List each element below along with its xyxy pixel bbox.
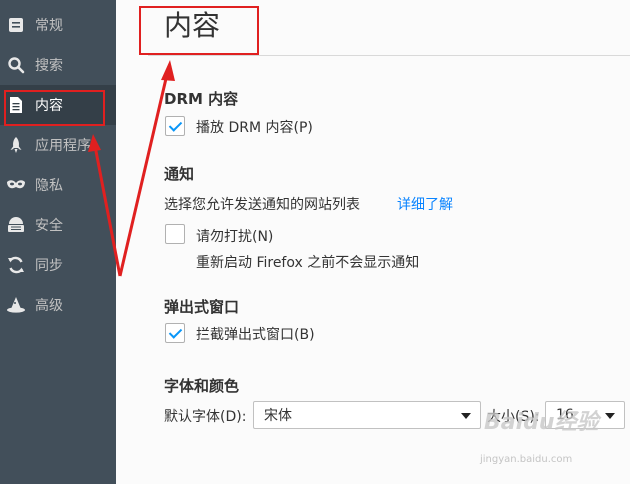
annotation-arrowhead-title: [161, 60, 175, 81]
annotation-arrow-to-title: [118, 69, 170, 277]
baidu-watermark-url: jingyan.baidu.com: [480, 454, 573, 465]
baidu-watermark: Baidu经验: [484, 410, 599, 435]
annotation-arrow-to-sidebar: [93, 145, 122, 277]
annotation-arrowhead-sidebar: [88, 134, 101, 152]
